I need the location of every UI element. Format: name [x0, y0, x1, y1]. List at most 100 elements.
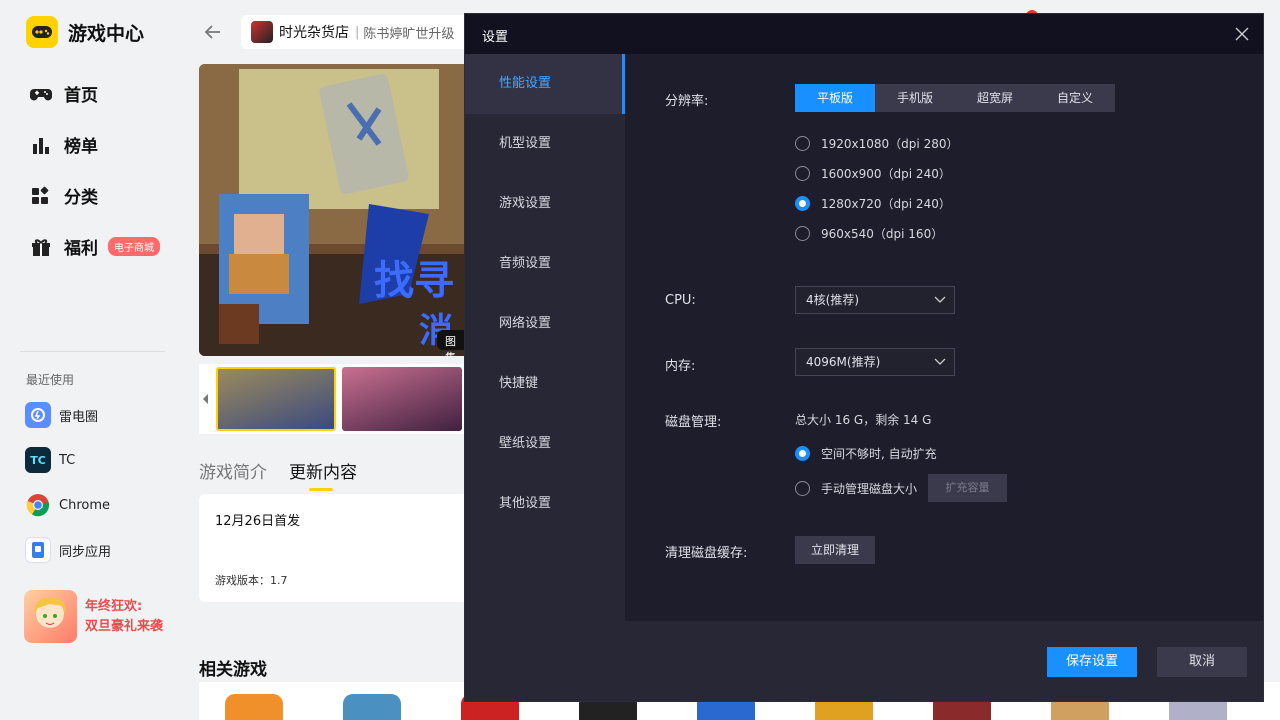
thumbnail-1[interactable]	[216, 367, 336, 431]
resolution-option-1280[interactable]: 1280x720（dpi 240）	[795, 195, 951, 212]
related-games-title: 相关游戏	[199, 660, 267, 680]
menu-wallpaper[interactable]: 壁纸设置	[465, 414, 625, 474]
resolution-option-1600[interactable]: 1600x900（dpi 240）	[795, 165, 951, 182]
close-icon	[1235, 27, 1249, 41]
app-logo[interactable]: 游戏中心	[26, 16, 144, 48]
resolution-label: 分辨率:	[665, 94, 709, 109]
clear-cache-button[interactable]: 立即清理	[795, 536, 875, 564]
screenshot-thumbnails	[199, 364, 465, 434]
menu-audio[interactable]: 音频设置	[465, 234, 625, 294]
cpu-select[interactable]: 4核(推荐)	[795, 286, 955, 314]
settings-menu: 性能设置 机型设置 游戏设置 音频设置 网络设置 快捷键 壁纸设置 其他设置	[465, 54, 625, 621]
update-card: 12月26日首发 游戏版本：1.7	[199, 494, 465, 602]
nav-categories[interactable]: 分类	[30, 183, 98, 208]
recent-item-label: Chrome	[59, 497, 110, 513]
disk-auto-expand-option[interactable]: 空间不够时, 自动扩充	[795, 445, 937, 462]
disk-info: 总大小 16 G，剩余 14 G	[795, 413, 932, 427]
recent-item-sync-apps[interactable]: 同步应用	[25, 537, 111, 563]
tab-updates[interactable]: 更新内容	[289, 458, 357, 491]
menu-device-model[interactable]: 机型设置	[465, 114, 625, 174]
game-title-bar: 时光杂货店 | 陈书婷旷世升级	[241, 15, 481, 49]
cancel-button[interactable]: 取消	[1157, 647, 1247, 677]
mode-ultrawide-button[interactable]: 超宽屏	[955, 84, 1035, 112]
dialog-title: 设置	[482, 30, 509, 45]
related-game-icon[interactable]	[225, 694, 283, 720]
promo-line-1: 年终狂欢:	[85, 598, 143, 614]
recent-item-leidianquan[interactable]: 雷电圈	[25, 402, 98, 428]
thumbnail-prev-icon[interactable]	[201, 392, 211, 406]
menu-performance[interactable]: 性能设置	[465, 54, 625, 114]
nav-welfare[interactable]: 福利 电子商城	[30, 234, 160, 259]
mall-badge: 电子商城	[108, 237, 160, 256]
mode-phone-button[interactable]: 手机版	[875, 84, 955, 112]
settings-dialog: 设置 性能设置 机型设置 游戏设置 音频设置 网络设置 快捷键 壁纸设置 其他设…	[464, 13, 1264, 702]
nav-home-label: 首页	[64, 86, 98, 106]
game-subtitle: 陈书婷旷世升级	[363, 26, 455, 42]
recent-item-chrome[interactable]: Chrome	[25, 492, 110, 518]
resolution-option-960[interactable]: 960x540（dpi 160）	[795, 225, 943, 242]
save-settings-button[interactable]: 保存设置	[1047, 647, 1137, 677]
gift-icon	[32, 238, 50, 256]
recent-item-label: TC	[59, 452, 76, 468]
banner-gallery-tag: 图集	[445, 335, 456, 356]
radio-button[interactable]	[795, 226, 810, 241]
menu-game[interactable]: 游戏设置	[465, 174, 625, 234]
sync-app-icon	[25, 537, 51, 563]
clear-cache-label: 清理磁盘缓存:	[665, 546, 748, 561]
resolution-option-label: 1920x1080（dpi 280）	[821, 137, 959, 151]
radio-button-selected[interactable]	[795, 196, 810, 211]
nav-categories-label: 分类	[64, 188, 98, 208]
tc-icon: TC	[25, 447, 51, 473]
nav-home[interactable]: 首页	[30, 81, 98, 106]
promo-banner[interactable]: 年终狂欢: 双旦豪礼来袭	[24, 590, 163, 643]
tab-intro[interactable]: 游戏简介	[199, 458, 267, 483]
menu-shortcuts[interactable]: 快捷键	[465, 354, 625, 414]
promo-character-image	[24, 590, 77, 643]
radio-button-selected[interactable]	[795, 446, 810, 461]
menu-other[interactable]: 其他设置	[465, 474, 625, 534]
game-thumbnail	[251, 21, 273, 43]
nav-rankings[interactable]: 榜单	[30, 132, 98, 157]
radio-button[interactable]	[795, 481, 810, 496]
svg-text:找寻: 找寻	[374, 258, 454, 304]
game-name: 时光杂货店	[279, 25, 349, 41]
cpu-label: CPU:	[665, 293, 696, 308]
back-arrow-icon	[204, 25, 220, 39]
dialog-header: 设置	[465, 14, 1263, 54]
gamepad-logo-icon	[26, 16, 58, 48]
chevron-down-icon	[934, 358, 946, 365]
detail-tabs: 游戏简介 更新内容	[199, 458, 379, 491]
back-button[interactable]	[203, 22, 223, 46]
title-separator: |	[355, 24, 360, 40]
thumbnail-2[interactable]	[342, 367, 462, 431]
resolution-option-1920[interactable]: 1920x1080（dpi 280）	[795, 135, 958, 152]
disk-manual-option[interactable]: 手动管理磁盘大小	[795, 480, 917, 497]
memory-select-value: 4096M(推荐)	[806, 355, 881, 369]
game-center-app: 游戏中心 首页 榜单 分类 福利 电子商城 最近使用 雷电圈 TC TC Chr…	[0, 0, 1280, 720]
mode-custom-button[interactable]: 自定义	[1035, 84, 1115, 112]
nav-welfare-label: 福利	[64, 239, 98, 259]
menu-network[interactable]: 网络设置	[465, 294, 625, 354]
recent-item-label: 雷电圈	[59, 409, 99, 425]
radio-button[interactable]	[795, 136, 810, 151]
resolution-option-label: 1600x900（dpi 240）	[821, 167, 951, 181]
close-button[interactable]	[1235, 26, 1249, 45]
expand-capacity-button: 扩充容量	[928, 474, 1007, 502]
sidebar: 游戏中心 首页 榜单 分类 福利 电子商城 最近使用 雷电圈 TC TC Chr…	[0, 0, 185, 720]
sidebar-divider	[20, 351, 165, 352]
dialog-footer	[465, 621, 1263, 701]
mode-tablet-button[interactable]: 平板版	[795, 84, 875, 112]
disk-label: 磁盘管理:	[665, 415, 722, 430]
promo-line-2: 双旦豪礼来袭	[85, 618, 164, 634]
radio-button[interactable]	[795, 166, 810, 181]
related-game-icon[interactable]	[343, 694, 401, 720]
game-banner-image[interactable]: 找寻 消 图集	[199, 64, 465, 356]
recent-item-label: 同步应用	[59, 544, 112, 560]
cpu-select-value: 4核(推荐)	[806, 293, 859, 307]
app-title: 游戏中心	[68, 22, 145, 45]
resolution-option-label: 1280x720（dpi 240）	[821, 197, 951, 211]
recent-item-tc[interactable]: TC TC	[25, 447, 75, 473]
memory-select[interactable]: 4096M(推荐)	[795, 348, 955, 376]
disk-manual-label: 手动管理磁盘大小	[821, 482, 918, 496]
chevron-down-icon	[934, 296, 946, 303]
